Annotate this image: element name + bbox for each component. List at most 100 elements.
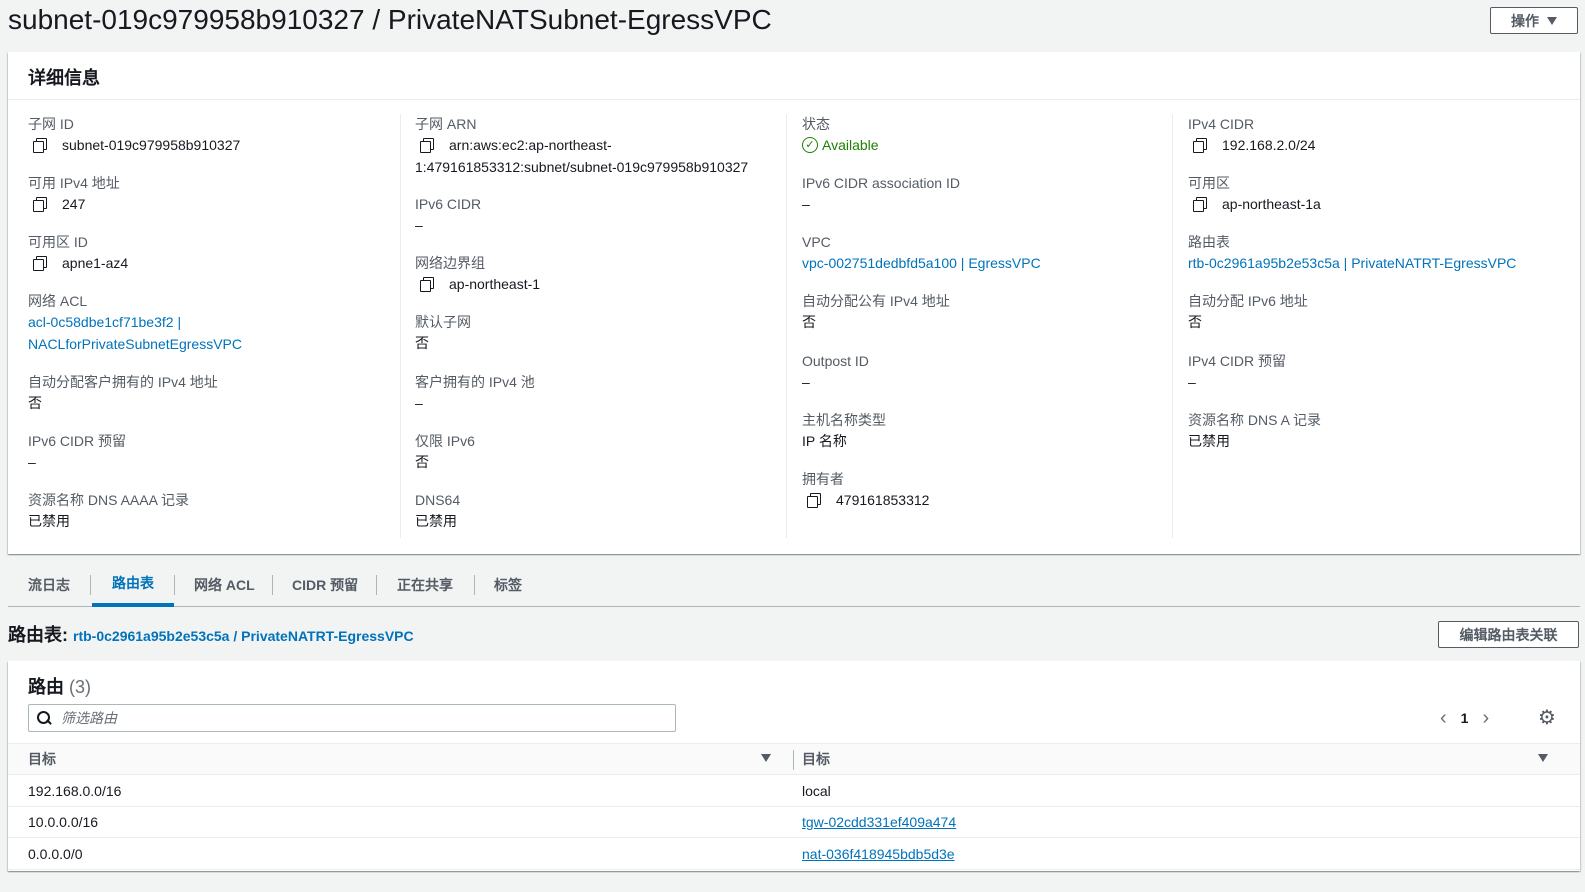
field-value: – xyxy=(1188,374,1196,390)
field-value: – xyxy=(802,196,810,212)
field-value: 479161853312 xyxy=(836,492,930,508)
table-row: 192.168.0.0/16 local xyxy=(8,775,1580,807)
tab-route-table[interactable]: 路由表 xyxy=(92,563,174,607)
table-row: 10.0.0.0/16 tgw-02cdd331ef409a474 xyxy=(8,807,1580,838)
chevron-left-icon[interactable]: ‹ xyxy=(1440,708,1447,728)
field-dns-a: 资源名称 DNS A 记录 已禁用 xyxy=(1188,410,1321,452)
field-label: IPv4 CIDR xyxy=(1188,116,1255,132)
field-outpost-id: Outpost ID – xyxy=(802,351,869,393)
field-value: 否 xyxy=(415,454,429,470)
field-label: 仅限 IPv6 xyxy=(415,433,475,449)
field-dns64: DNS64 已禁用 xyxy=(415,490,460,532)
field-value: 247 xyxy=(62,196,86,212)
field-value: 已禁用 xyxy=(28,513,70,529)
field-label: 子网 ID xyxy=(28,116,74,132)
field-label: 主机名称类型 xyxy=(802,412,886,428)
field-available-ipv4: 可用 IPv4 地址 247 xyxy=(28,173,120,215)
copy-icon[interactable] xyxy=(419,276,435,292)
details-grid: 子网 ID subnet-019c979958b910327 可用 IPv4 地… xyxy=(8,100,1580,554)
route-target-link[interactable]: tgw-02cdd331ef409a474 xyxy=(802,814,956,830)
route-table-title-link[interactable]: rtb-0c2961a95b2e53c5a / PrivateNATRT-Egr… xyxy=(73,628,414,644)
field-auto-assign-ipv6: 自动分配 IPv6 地址 否 xyxy=(1188,291,1308,333)
tab-cidr-reservations[interactable]: CIDR 预留 xyxy=(272,563,378,607)
field-label: 自动分配 IPv6 地址 xyxy=(1188,293,1308,309)
table-row: 0.0.0.0/0 nat-036f418945bdb5d3e xyxy=(8,838,1580,870)
details-column-4: IPv4 CIDR 192.168.2.0/24 可用区 ap-northeas… xyxy=(1188,114,1568,534)
field-value: ap-northeast-1a xyxy=(1222,196,1321,212)
field-label: 自动分配公有 IPv4 地址 xyxy=(802,293,950,309)
column-divider xyxy=(400,114,401,538)
column-header-destination[interactable]: 目标 xyxy=(28,744,56,774)
details-column-1: 子网 ID subnet-019c979958b910327 可用 IPv4 地… xyxy=(28,114,398,534)
copy-icon[interactable] xyxy=(1192,137,1208,153)
copy-icon[interactable] xyxy=(32,255,48,271)
routes-table: 目标 目标 192.168.0.0/16 local 10.0.0.0/16 t… xyxy=(8,743,1580,870)
page-number[interactable]: 1 xyxy=(1461,710,1469,726)
field-label: 网络 ACL xyxy=(28,293,88,309)
network-acl-link[interactable]: acl-0c58dbe1cf71be3f2 | xyxy=(28,311,242,333)
route-filter-input[interactable] xyxy=(61,710,621,726)
copy-icon[interactable] xyxy=(32,137,48,153)
search-icon xyxy=(37,711,51,725)
field-availability-zone: 可用区 ap-northeast-1a xyxy=(1188,173,1321,215)
tab-sharing[interactable]: 正在共享 xyxy=(377,563,473,607)
copy-icon[interactable] xyxy=(806,492,822,508)
field-label: 状态 xyxy=(802,116,830,132)
column-divider xyxy=(786,114,787,538)
pagination: ‹ 1 › xyxy=(1440,707,1489,729)
field-value: 否 xyxy=(415,335,429,351)
status-text: Available xyxy=(822,137,879,153)
field-default-subnet: 默认子网 否 xyxy=(415,312,471,354)
chevron-right-icon[interactable]: › xyxy=(1482,708,1489,728)
route-filter[interactable] xyxy=(28,704,676,732)
copy-icon[interactable] xyxy=(32,196,48,212)
route-target: local xyxy=(802,782,831,799)
details-panel: 详细信息 子网 ID subnet-019c979958b910327 可用 I… xyxy=(8,52,1580,554)
tab-bar: 流日志 路由表 网络 ACL CIDR 预留 正在共享 标签 xyxy=(8,563,1580,607)
field-value: apne1-az4 xyxy=(62,255,129,271)
copy-icon[interactable] xyxy=(1192,196,1208,212)
tab-divider xyxy=(90,575,91,595)
field-az-id: 可用区 ID apne1-az4 xyxy=(28,232,128,274)
sort-down-icon[interactable] xyxy=(1538,754,1548,762)
field-ipv6-cidr-reservation: IPv6 CIDR 预留 – xyxy=(28,431,126,473)
route-table-link[interactable]: rtb-0c2961a95b2e53c5a | PrivateNATRT-Egr… xyxy=(1188,252,1516,274)
field-label: 资源名称 DNS A 记录 xyxy=(1188,412,1322,428)
field-label: 路由表 xyxy=(1188,234,1230,250)
vpc-link[interactable]: vpc-002751dedbfd5a100 | EgressVPC xyxy=(802,252,1041,274)
sort-down-icon[interactable] xyxy=(761,754,771,762)
route-destination: 0.0.0.0/0 xyxy=(28,845,83,862)
field-customer-owned-ipv4-pool: 客户拥有的 IPv4 池 – xyxy=(415,372,535,414)
copy-icon[interactable] xyxy=(419,137,435,153)
routes-count: (3) xyxy=(69,677,92,697)
gear-icon[interactable]: ⚙ xyxy=(1538,708,1556,728)
tab-tags[interactable]: 标签 xyxy=(474,563,542,607)
field-ipv4-cidr-reservation: IPv4 CIDR 预留 – xyxy=(1188,351,1286,393)
route-table-label: 路由表: xyxy=(8,625,68,645)
route-target-link[interactable]: nat-036f418945bdb5d3e xyxy=(802,846,955,862)
caret-down-icon xyxy=(1547,16,1557,25)
field-value-line2: 1:479161853312:subnet/subnet-019c979958b… xyxy=(415,159,749,175)
column-header-target[interactable]: 目标 xyxy=(802,744,830,774)
tab-network-acl[interactable]: 网络 ACL xyxy=(174,563,275,607)
route-table-title: 路由表: rtb-0c2961a95b2e53c5a / PrivateNATR… xyxy=(8,621,414,647)
edit-route-table-association-button[interactable]: 编辑路由表关联 xyxy=(1438,621,1579,648)
field-value: – xyxy=(802,374,810,390)
network-acl-link-line2[interactable]: NACLforPrivateSubnetEgressVPC xyxy=(28,333,242,355)
table-header: 目标 目标 xyxy=(8,743,1580,775)
routes-header: 路由 (3) xyxy=(28,673,91,699)
field-auto-assign-customer-ipv4: 自动分配客户拥有的 IPv4 地址 否 xyxy=(28,372,218,414)
details-header: 详细信息 xyxy=(8,52,1580,100)
tab-flow-logs[interactable]: 流日志 xyxy=(8,563,90,607)
field-value: – xyxy=(415,217,423,233)
field-value: 192.168.2.0/24 xyxy=(1222,137,1316,153)
field-value: 已禁用 xyxy=(1188,433,1230,449)
field-label: 网络边界组 xyxy=(415,255,485,271)
details-column-2: 子网 ARN arn:aws:ec2:ap-northeast- 1:47916… xyxy=(415,114,785,534)
column-divider[interactable] xyxy=(793,750,794,770)
route-destination: 10.0.0.0/16 xyxy=(28,814,99,830)
field-value: 否 xyxy=(1188,314,1202,330)
field-label: 可用区 ID xyxy=(28,234,88,250)
actions-button[interactable]: 操作 xyxy=(1490,7,1578,34)
route-destination: 192.168.0.0/16 xyxy=(28,782,122,799)
